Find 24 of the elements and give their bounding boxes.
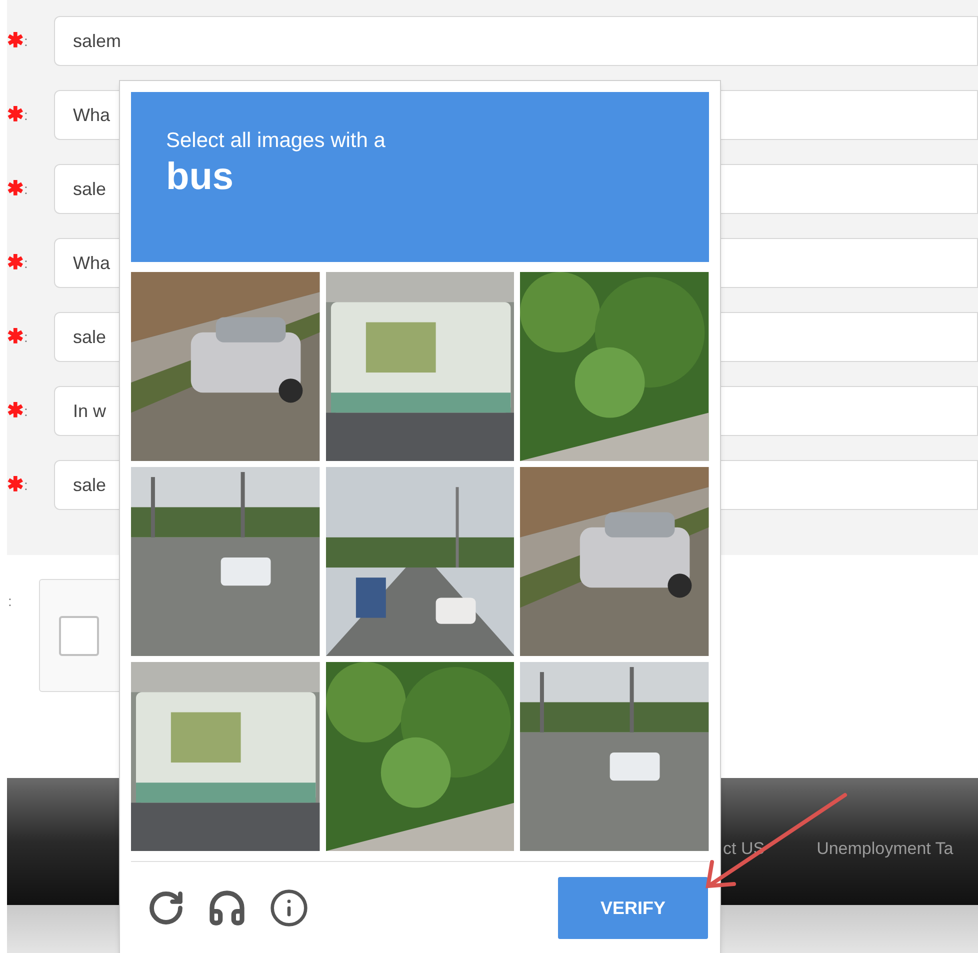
prompt-text: Select all images with a [166,128,386,154]
checkbox[interactable] [58,616,99,656]
label-colon: : [24,106,28,124]
headphones-icon[interactable] [207,888,247,928]
required-mark: ✱ [7,179,24,199]
required-mark: ✱ [7,105,24,125]
label-colon: : [24,180,28,198]
required-mark: ✱ [7,475,24,495]
verify-button[interactable]: VERIFY [558,877,708,939]
required-mark: ✱ [7,253,24,273]
required-mark: ✱ [7,327,24,347]
reload-icon[interactable] [147,889,185,927]
footer-link[interactable]: Unemployment Ta [816,822,954,862]
label-colon: : [24,254,28,272]
required-mark: ✱ [7,401,24,421]
required-mark: ✱ [7,31,24,51]
label-colon: : [24,402,28,420]
info-icon[interactable] [269,888,309,928]
target-word: bus [166,155,234,200]
label-colon: : [24,328,28,346]
text-field[interactable]: salem [54,16,978,66]
label-colon: : [8,592,12,611]
label-colon: : [24,32,28,50]
label-colon: : [24,476,28,494]
